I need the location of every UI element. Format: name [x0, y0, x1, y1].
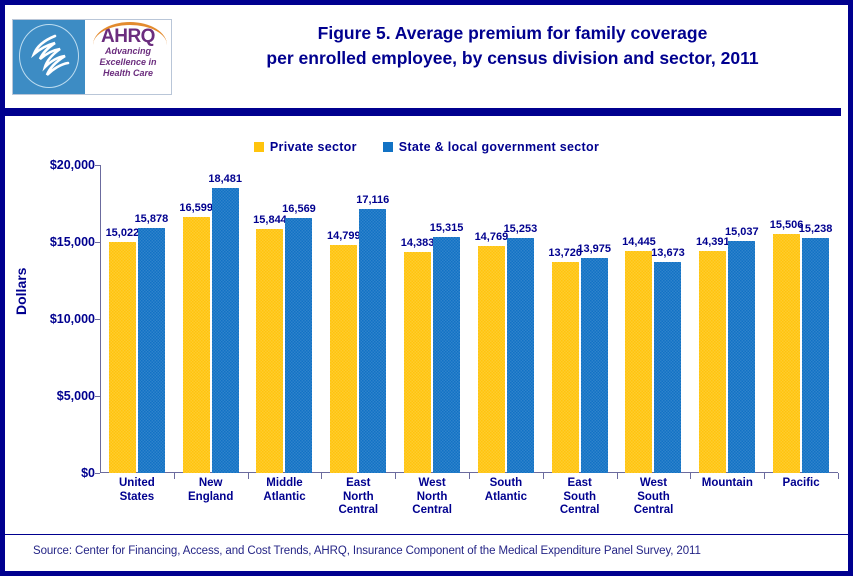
- bar-group: 13,720 13,975: [543, 165, 617, 473]
- bar-value-label: 16,599: [179, 202, 214, 215]
- x-axis-tick: [469, 473, 470, 479]
- bar-value-label: 16,569: [282, 202, 316, 215]
- y-axis-tick-label: $20,000: [49, 158, 95, 172]
- x-axis-tick: [542, 473, 544, 479]
- y-axis-tick-label: $0: [81, 466, 95, 480]
- bar-group: 16,599 18,481: [174, 165, 248, 473]
- bar-private: [625, 250, 653, 473]
- bar-government: [728, 241, 756, 473]
- x-axis-tick: [616, 473, 618, 479]
- bar-private: [699, 251, 727, 473]
- x-axis-category-label: West North Central: [412, 477, 452, 516]
- bar-value-label: 15,878: [134, 213, 169, 226]
- bar-value-label: 15,253: [503, 223, 538, 236]
- x-axis-category-label: West South Central: [633, 477, 674, 516]
- legend-label: State & local government sector: [398, 140, 600, 154]
- bar-value-label: 15,022: [105, 226, 140, 239]
- legend-item-private: Private sector: [253, 140, 357, 154]
- bar-private: [773, 234, 801, 473]
- x-axis-category-label: Middle Atlantic: [263, 477, 306, 503]
- page-title: Figure 5. Average premium for family cov…: [185, 21, 840, 71]
- x-axis-tick: [173, 473, 175, 479]
- x-axis-category-label: United States: [119, 477, 155, 503]
- bar-value-label: 15,315: [429, 222, 464, 235]
- legend-item-government: State & local government sector: [382, 140, 600, 154]
- bar-group: 14,445 13,673: [617, 165, 691, 473]
- bar-group: 15,022 15,878: [100, 165, 174, 473]
- ahrq-tagline-line3: Health Care: [102, 68, 154, 78]
- y-axis-title: Dollars: [13, 267, 29, 315]
- bar-value-label: 14,799: [326, 230, 361, 243]
- x-axis-tick: [247, 473, 249, 479]
- bar-government: [359, 209, 387, 473]
- bar-value-label: 13,975: [577, 242, 612, 255]
- bar-government: [285, 217, 313, 473]
- x-axis-tick: [321, 473, 323, 479]
- plot-area: 15,022 15,878 United States 16,599 18,481 New…: [95, 165, 839, 516]
- ahrq-wordmark: AHRQ Advancing Excellence in Health Care: [85, 20, 171, 94]
- bar-private: [182, 217, 210, 473]
- bar-group: 15,506 15,238: [764, 165, 838, 473]
- chart-legend: Private sector State & local government s…: [5, 140, 848, 154]
- bar-private: [477, 245, 505, 473]
- bar-government: [802, 238, 830, 473]
- legend-swatch-icon: [382, 142, 393, 152]
- bar-group: 14,391 15,037: [690, 165, 764, 473]
- bar-group: 14,383 15,315: [395, 165, 469, 473]
- hhs-bird-icon: [31, 34, 70, 76]
- bar-value-label: 17,116: [356, 194, 390, 207]
- bar-private: [108, 241, 136, 473]
- x-axis-tick: [395, 473, 397, 479]
- y-axis-tick: [95, 473, 100, 474]
- x-axis-category-label: New England: [188, 477, 234, 503]
- figure-page: AHRQ Advancing Excellence in Health Care…: [0, 0, 853, 576]
- bar-group: 14,769 15,253: [469, 165, 543, 473]
- bar-private: [330, 245, 358, 473]
- y-axis-tick-label: $5,000: [56, 389, 95, 403]
- x-axis-category-label: East North Central: [338, 477, 379, 516]
- bar-government: [654, 262, 682, 473]
- title-line-2: per enrolled employee, by census divisio…: [266, 48, 759, 68]
- legend-swatch-icon: [253, 142, 264, 152]
- bar-private: [404, 251, 432, 473]
- legend-label: Private sector: [269, 140, 357, 154]
- x-axis-tick: [764, 473, 766, 479]
- chart-plot: Dollars $0 $5,000 $10,000 $15,000 $20,000 15…: [5, 158, 848, 535]
- bar-group: 15,844 16,569: [248, 165, 322, 473]
- bar-government: [211, 188, 239, 473]
- bar-government: [433, 237, 461, 473]
- ahrq-hhs-logo: AHRQ Advancing Excellence in Health Care: [12, 19, 172, 95]
- x-axis-category-label: Mountain: [701, 477, 753, 489]
- bar-value-label: 13,673: [651, 247, 685, 260]
- bar-government: [580, 257, 608, 473]
- header-divider: [5, 108, 841, 116]
- x-axis-tick: [838, 473, 839, 479]
- bar-value-label: 15,238: [798, 223, 833, 236]
- title-line-1: Figure 5. Average premium for family cov…: [317, 23, 708, 43]
- ahrq-tagline-line2: Excellence in: [99, 57, 157, 67]
- bar-government: [506, 238, 534, 473]
- source-note: Source: Center for Financing, Access, an…: [33, 545, 701, 557]
- bar-value-label: 14,445: [622, 235, 656, 248]
- figure-header: AHRQ Advancing Excellence in Health Care…: [5, 5, 848, 105]
- x-axis-category-label: South Atlantic: [484, 477, 527, 503]
- y-axis-tick-label: $15,000: [49, 235, 95, 249]
- ahrq-tagline-line1: Advancing: [104, 46, 151, 56]
- bar-government: [137, 228, 165, 473]
- bar-value-label: 14,383: [400, 236, 435, 249]
- footer-divider: [5, 534, 848, 535]
- x-axis-category-label: Pacific: [782, 477, 820, 489]
- y-axis-tick-label: $10,000: [49, 312, 95, 326]
- bar-private: [551, 261, 579, 473]
- hhs-seal-icon: [13, 20, 85, 94]
- x-axis-tick: [690, 473, 692, 479]
- y-axis-tick-labels: $0 $5,000 $10,000 $15,000 $20,000: [29, 158, 95, 480]
- bar-group: 14,799 17,116: [321, 165, 395, 473]
- bar-value-label: 15,844: [253, 214, 287, 227]
- bar-private: [256, 229, 284, 473]
- x-axis-category-label: East South Central: [559, 477, 600, 516]
- bar-value-label: 15,037: [724, 226, 759, 239]
- bar-value-label: 18,481: [208, 173, 243, 186]
